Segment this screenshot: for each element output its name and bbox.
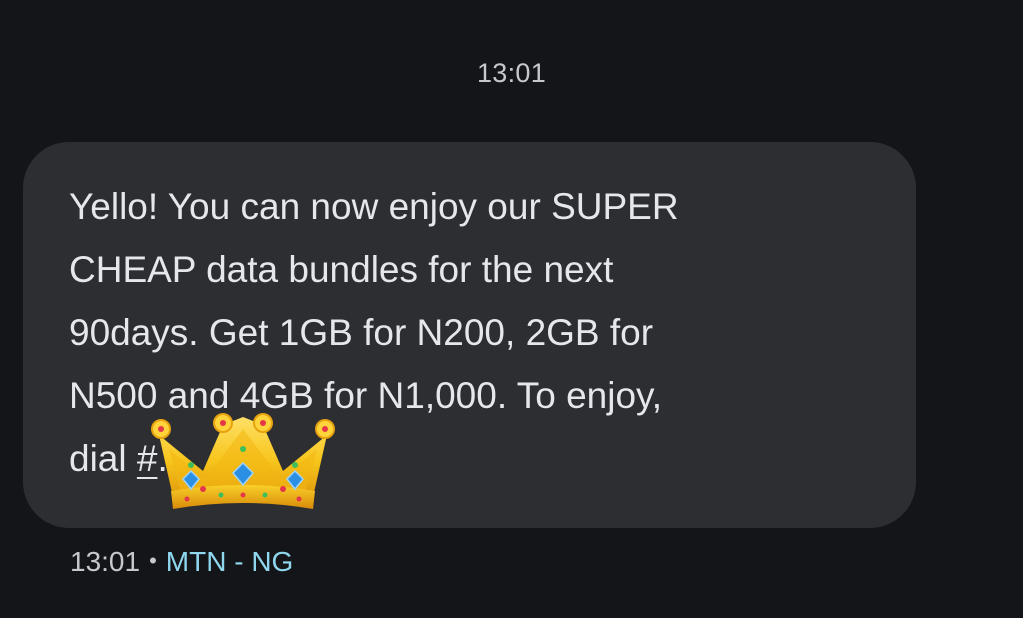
meta-separator: • [149,548,157,573]
crown-icon [151,413,335,509]
message-timestamp: 13:01 [70,546,141,577]
message-meta: 13:01 • MTN - NG [70,546,293,578]
conversation-time-header: 13:01 [476,58,547,88]
sender-name[interactable]: MTN - NG [166,546,294,577]
message-thread-screen: 13:01 Yello! You can now enjoy our SUPER… [0,0,1023,618]
message-bubble[interactable]: Yello! You can now enjoy our SUPER CHEAP… [23,142,916,528]
